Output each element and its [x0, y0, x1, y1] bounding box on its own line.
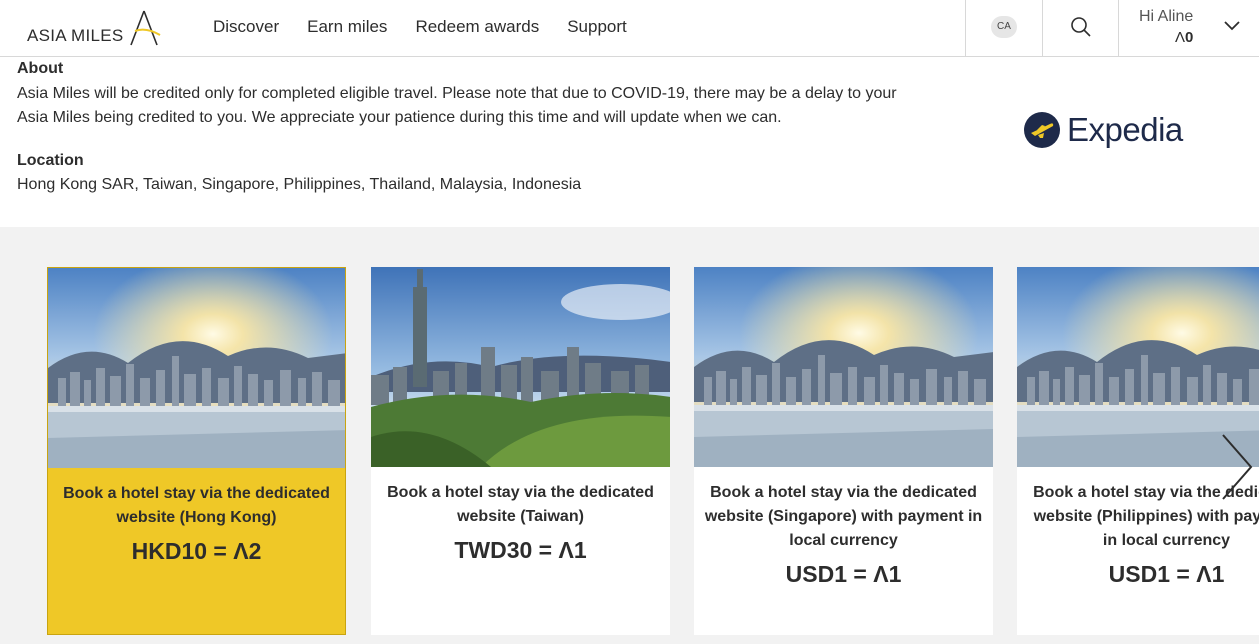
card-rate-currency: HKD10 =	[131, 538, 234, 564]
card-rate: USD1 = Λ1	[1027, 561, 1259, 588]
location-text: Hong Kong SAR, Taiwan, Singapore, Philip…	[17, 176, 582, 193]
asia-miles-symbol-icon: Λ	[558, 537, 574, 563]
card-rate-currency: USD1 =	[785, 561, 874, 587]
card-title: Book a hotel stay via the dedicated webs…	[387, 484, 654, 525]
card-rate: TWD30 = Λ1	[381, 537, 660, 564]
miles-balance-value: 0	[1185, 29, 1194, 46]
card-body: Book a hotel stay via the dedicated webs…	[694, 481, 993, 588]
search-button[interactable]	[1042, 0, 1118, 56]
earn-options-carousel: Book a hotel stay via the dedicated webs…	[0, 227, 1259, 644]
language-selector[interactable]: CA	[965, 0, 1042, 56]
site-header: ASIA MILES Discover Earn miles Redeem aw…	[0, 0, 1259, 57]
card-image	[48, 268, 345, 468]
card-rate: HKD10 = Λ2	[58, 538, 335, 565]
asia-miles-symbol-icon: Λ	[233, 538, 249, 564]
language-badge[interactable]: CA	[991, 16, 1017, 38]
card-body: Book a hotel stay via the dedicated webs…	[371, 481, 670, 564]
card-body: Book a hotel stay via the dedicated webs…	[48, 482, 345, 565]
asia-miles-logo-mark-icon	[130, 10, 161, 46]
miles-balance: Λ0	[1175, 29, 1193, 46]
location-title: Location	[17, 152, 84, 169]
miles-symbol: Λ	[1175, 29, 1186, 46]
card-rate-miles: 1	[573, 537, 587, 563]
card-rate: USD1 = Λ1	[704, 561, 983, 588]
user-menu[interactable]: Hi Aline Λ0	[1118, 0, 1259, 56]
expedia-wordmark: Expedia	[1067, 111, 1183, 148]
carousel-next-arrow-icon[interactable]	[1217, 427, 1257, 507]
asia-miles-logo[interactable]: ASIA MILES	[27, 9, 162, 49]
logo-wordmark: ASIA MILES	[27, 26, 124, 45]
main-nav: Discover Earn miles Redeem awards Suppor…	[213, 17, 655, 37]
expedia-plane-icon	[1024, 112, 1060, 148]
earn-card[interactable]: Book a hotel stay via the dedicated webs…	[371, 267, 670, 635]
nav-support[interactable]: Support	[567, 17, 627, 37]
card-rate-currency: USD1 =	[1108, 561, 1197, 587]
card-rate-currency: TWD30 =	[454, 537, 559, 563]
card-rate-miles: 2	[248, 538, 262, 564]
expedia-logo: Expedia	[1023, 109, 1198, 151]
about-title: About	[17, 60, 64, 77]
asia-miles-symbol-icon: Λ	[1196, 561, 1212, 587]
about-text: Asia Miles will be credited only for com…	[17, 85, 897, 126]
earn-card[interactable]: Book a hotel stay via the dedicated webs…	[694, 267, 993, 635]
user-greeting: Hi Aline	[1139, 8, 1194, 25]
nav-discover[interactable]: Discover	[213, 17, 279, 37]
card-rate-miles: 1	[888, 561, 902, 587]
search-icon	[1071, 17, 1091, 37]
about-section: About Asia Miles will be credited only f…	[0, 57, 1259, 227]
card-image	[694, 267, 993, 467]
nav-redeem-awards[interactable]: Redeem awards	[415, 17, 539, 37]
nav-earn-miles[interactable]: Earn miles	[307, 17, 387, 37]
earn-card[interactable]: Book a hotel stay via the dedicated webs…	[47, 267, 346, 635]
asia-miles-symbol-icon: Λ	[873, 561, 889, 587]
card-image	[371, 267, 670, 467]
card-title: Book a hotel stay via the dedicated webs…	[704, 484, 983, 549]
card-title: Book a hotel stay via the dedicated webs…	[63, 485, 330, 526]
card-rate-miles: 1	[1211, 561, 1225, 587]
chevron-down-icon[interactable]	[1223, 20, 1241, 32]
